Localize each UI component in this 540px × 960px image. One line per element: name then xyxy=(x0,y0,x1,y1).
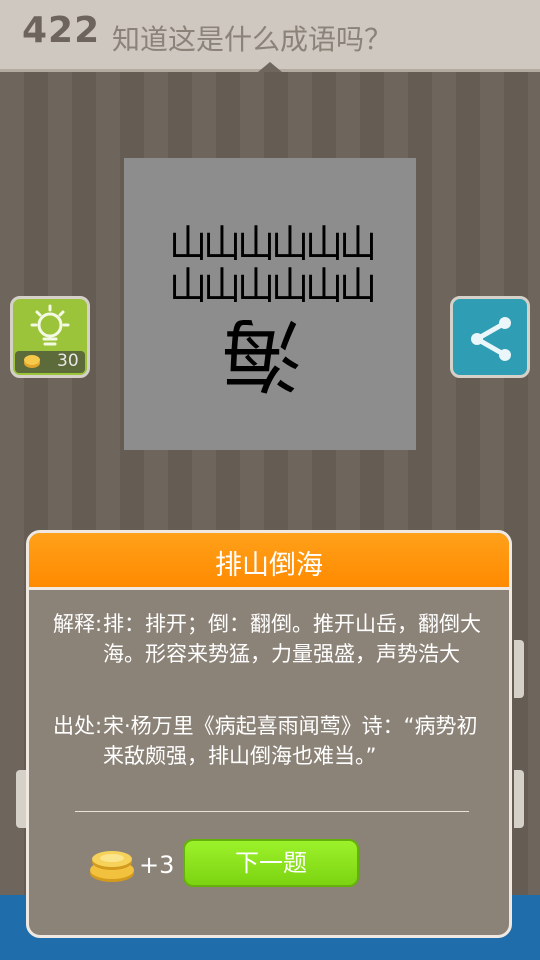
next-question-button[interactable]: 下一题 xyxy=(183,839,359,887)
level-number: 422 xyxy=(22,10,101,51)
top-bar: 422 知道这是什么成语吗？ xyxy=(0,0,540,72)
lightbulb-icon xyxy=(30,304,70,346)
puzzle-image: 山山山山山山 山山山山山山 海 xyxy=(124,158,416,450)
share-icon xyxy=(471,317,511,361)
mountains-row-1: 山山山山山山 xyxy=(168,222,377,266)
answer-title: 排山倒海 xyxy=(215,550,323,581)
hint-cost-badge: 30 xyxy=(15,351,85,373)
coin-icon xyxy=(24,355,40,368)
source-text: 宋·杨万里《病起喜雨闻莺》诗：“病势初来敌颇强，排山倒海也难当。” xyxy=(103,714,478,768)
explanation-label: 解释: xyxy=(53,612,103,636)
source-label: 出处: xyxy=(53,714,103,738)
side-tab xyxy=(16,770,26,828)
coins-icon xyxy=(90,851,134,882)
mountains-row-2: 山山山山山山 xyxy=(168,264,377,308)
side-tab xyxy=(514,640,524,698)
explanation-text: 排：排开；倒：翻倒。推开山岳，翻倒大海。形容来势猛，力量强盛，声势浩大 xyxy=(103,612,481,666)
side-tab xyxy=(514,770,524,828)
hint-cost: 30 xyxy=(57,351,79,371)
coin-reward: +3 xyxy=(139,851,175,879)
header-notch xyxy=(258,62,282,72)
prompt-title: 知道这是什么成语吗？ xyxy=(112,23,393,56)
dialog-header: 排山倒海 xyxy=(29,533,509,590)
share-button[interactable] xyxy=(450,296,530,378)
hint-button[interactable]: 30 xyxy=(10,296,90,378)
flipped-sea-character: 海 xyxy=(222,307,302,400)
answer-dialog: 排山倒海 解释: 排：排开；倒：翻倒。推开山岳，翻倒大海。形容来势猛，力量强盛，… xyxy=(26,530,512,938)
divider xyxy=(75,811,469,812)
